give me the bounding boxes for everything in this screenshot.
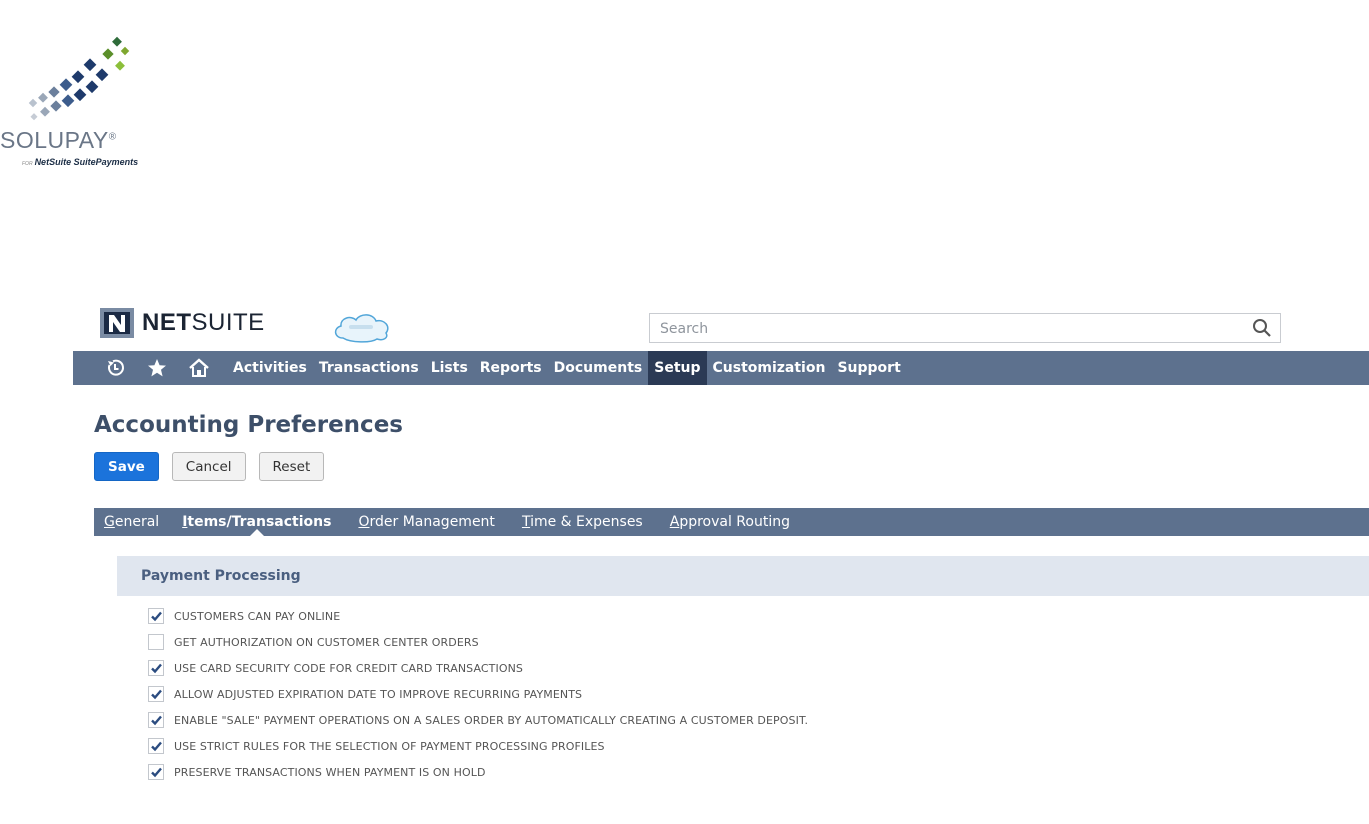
nav-lists[interactable]: Lists <box>425 351 474 385</box>
cancel-button[interactable]: Cancel <box>171 452 246 481</box>
checkbox-use-strict-rules[interactable] <box>148 738 164 754</box>
netsuite-logo[interactable]: NETSUITE <box>100 308 265 338</box>
option-label: USE CARD SECURITY CODE FOR CREDIT CARD T… <box>174 661 523 675</box>
global-search[interactable] <box>649 313 1281 343</box>
option-get-authorization: GET AUTHORIZATION ON CUSTOMER CENTER ORD… <box>148 629 808 655</box>
payment-options-list: CUSTOMERS CAN PAY ONLINE GET AUTHORIZATI… <box>148 603 808 785</box>
nav-transactions[interactable]: Transactions <box>313 351 425 385</box>
search-icon[interactable] <box>1252 318 1272 338</box>
netsuite-wordmark: NETSUITE <box>142 309 265 336</box>
netsuite-n-icon <box>100 308 134 338</box>
home-icon <box>189 358 209 377</box>
option-label: GET AUTHORIZATION ON CUSTOMER CENTER ORD… <box>174 635 479 649</box>
form-actions: Save Cancel Reset <box>94 452 325 481</box>
tab-items-transactions[interactable]: Items/Transactions <box>182 508 331 536</box>
tab-time-expenses[interactable]: Time & Expenses <box>522 508 643 536</box>
option-label: PRESERVE TRANSACTIONS WHEN PAYMENT IS ON… <box>174 765 486 779</box>
reset-button[interactable]: Reset <box>258 452 325 481</box>
nav-setup[interactable]: Setup <box>648 351 707 385</box>
recent-records-button[interactable] <box>95 351 135 385</box>
home-button[interactable] <box>179 351 219 385</box>
solupay-tagline: FOR NetSuite SuitePayments <box>22 157 139 167</box>
checkmark-icon <box>151 767 162 778</box>
checkbox-preserve-transactions[interactable] <box>148 764 164 780</box>
solupay-mark-icon <box>28 36 130 121</box>
checkbox-use-card-security-code[interactable] <box>148 660 164 676</box>
checkmark-icon <box>151 611 162 622</box>
page-title: Accounting Preferences <box>94 412 403 438</box>
recent-icon <box>108 359 124 376</box>
star-icon <box>148 359 166 377</box>
tab-general[interactable]: General <box>104 508 159 536</box>
nav-activities[interactable]: Activities <box>227 351 313 385</box>
save-button[interactable]: Save <box>94 452 159 481</box>
section-title: Payment Processing <box>141 568 301 584</box>
option-enable-sale-operations: ENABLE "SALE" PAYMENT OPERATIONS ON A SA… <box>148 707 808 733</box>
checkmark-icon <box>151 715 162 726</box>
nav-support[interactable]: Support <box>831 351 906 385</box>
tab-order-management[interactable]: Order Management <box>358 508 494 536</box>
checkmark-icon <box>151 689 162 700</box>
nav-documents[interactable]: Documents <box>548 351 649 385</box>
checkmark-icon <box>151 741 162 752</box>
checkbox-enable-sale-operations[interactable] <box>148 712 164 728</box>
main-nav: Activities Transactions Lists Reports Do… <box>73 351 1369 385</box>
option-label: ALLOW ADJUSTED EXPIRATION DATE TO IMPROV… <box>174 687 583 701</box>
option-label: ENABLE "SALE" PAYMENT OPERATIONS ON A SA… <box>174 713 809 727</box>
checkmark-icon <box>151 663 162 674</box>
search-input[interactable] <box>658 315 1222 343</box>
solupay-logo: SOLUPAY® FOR NetSuite SuitePayments <box>0 30 190 170</box>
cloud-icon <box>334 314 389 343</box>
netsuite-header: NETSUITE <box>73 300 1369 352</box>
nav-customization[interactable]: Customization <box>707 351 832 385</box>
option-label: CUSTOMERS CAN PAY ONLINE <box>174 609 341 623</box>
option-use-strict-rules: USE STRICT RULES FOR THE SELECTION OF PA… <box>148 733 808 759</box>
shortcuts-button[interactable] <box>137 351 177 385</box>
subtab-bar: General Items/Transactions Order Managem… <box>94 508 1369 536</box>
section-payment-processing: Payment Processing <box>117 556 1369 596</box>
option-customers-can-pay-online: CUSTOMERS CAN PAY ONLINE <box>148 603 808 629</box>
option-allow-adjusted-expiration: ALLOW ADJUSTED EXPIRATION DATE TO IMPROV… <box>148 681 808 707</box>
option-label: USE STRICT RULES FOR THE SELECTION OF PA… <box>174 739 605 753</box>
checkbox-get-authorization[interactable] <box>148 634 164 650</box>
tab-approval-routing[interactable]: Approval Routing <box>670 508 790 536</box>
checkbox-allow-adjusted-expiration[interactable] <box>148 686 164 702</box>
checkbox-customers-can-pay-online[interactable] <box>148 608 164 624</box>
option-use-card-security-code: USE CARD SECURITY CODE FOR CREDIT CARD T… <box>148 655 808 681</box>
option-preserve-transactions: PRESERVE TRANSACTIONS WHEN PAYMENT IS ON… <box>148 759 808 785</box>
nav-reports[interactable]: Reports <box>474 351 548 385</box>
solupay-wordmark: SOLUPAY® <box>0 127 117 153</box>
